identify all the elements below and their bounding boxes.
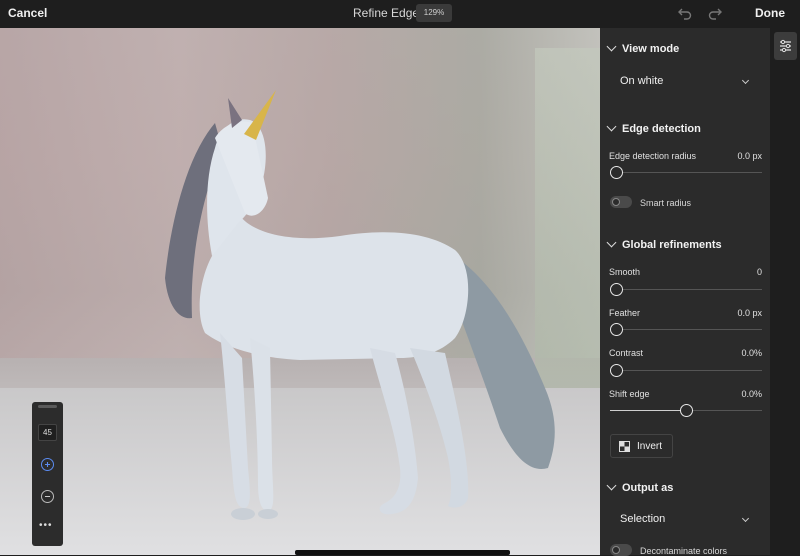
feather-knob[interactable]	[610, 323, 623, 336]
add-brush-icon[interactable]	[41, 458, 54, 471]
toggle-knob	[612, 546, 620, 554]
edge-radius-label: Edge detection radius	[609, 151, 697, 161]
contrast-slider[interactable]	[610, 370, 762, 371]
chevron-down-icon	[606, 121, 617, 132]
decontaminate-toggle[interactable]	[610, 544, 632, 556]
output-as-header[interactable]: Output as	[606, 480, 673, 494]
edge-radius-slider[interactable]	[610, 172, 762, 173]
feather-value[interactable]: 0.0 px	[737, 308, 762, 318]
more-options-icon[interactable]: •••	[39, 520, 53, 531]
edge-radius-knob[interactable]	[610, 166, 623, 179]
smooth-label: Smooth	[609, 267, 641, 277]
cancel-button[interactable]: Cancel	[8, 6, 47, 20]
shift-edge-value[interactable]: 0.0%	[741, 389, 762, 399]
subtract-brush-icon[interactable]	[41, 490, 54, 503]
contrast-value[interactable]: 0.0%	[741, 348, 762, 358]
properties-panel: View mode On white Edge detection Edge d…	[600, 28, 770, 556]
chevron-down-icon	[606, 237, 617, 248]
redo-icon[interactable]	[707, 5, 723, 21]
shift-edge-knob[interactable]	[679, 404, 693, 417]
edge-detection-header[interactable]: Edge detection	[606, 121, 701, 135]
toggle-knob	[612, 198, 620, 206]
zoom-level[interactable]: 129%	[416, 4, 452, 22]
smooth-slider[interactable]	[610, 289, 762, 290]
chevron-down-icon	[606, 480, 617, 491]
invert-icon	[619, 441, 630, 452]
contrast-label: Contrast	[609, 348, 644, 358]
image-canvas[interactable]	[0, 28, 600, 555]
chevron-down-icon	[741, 76, 750, 85]
smooth-value[interactable]: 0	[757, 267, 762, 277]
smart-radius-label: Smart radius	[640, 198, 692, 208]
contrast-knob[interactable]	[610, 364, 623, 377]
brush-size-field[interactable]: 45	[38, 424, 57, 441]
unicorn-image	[165, 90, 555, 520]
horizontal-scrollbar[interactable]	[295, 550, 510, 555]
undo-icon[interactable]	[677, 5, 693, 21]
edge-radius-value[interactable]: 0.0 px	[737, 151, 762, 161]
smart-radius-toggle[interactable]	[610, 196, 632, 208]
top-bar: Cancel Refine Edge 129% Done	[0, 0, 800, 28]
chevron-down-icon	[741, 514, 750, 523]
feather-label: Feather	[609, 308, 641, 318]
chevron-down-icon	[606, 41, 617, 52]
view-mode-header[interactable]: View mode	[606, 41, 679, 55]
feather-slider[interactable]	[610, 329, 762, 330]
done-button[interactable]: Done	[755, 6, 785, 20]
shift-edge-fill	[610, 410, 686, 411]
shift-edge-label: Shift edge	[609, 389, 650, 399]
invert-button[interactable]: Invert	[610, 434, 673, 458]
adjustments-icon[interactable]	[774, 32, 797, 60]
toolbar-drag-handle[interactable]	[38, 405, 57, 408]
page-title: Refine Edge	[353, 6, 420, 20]
global-refinements-header[interactable]: Global refinements	[606, 237, 722, 251]
output-as-select[interactable]: Selection	[610, 507, 756, 531]
brush-toolbar: 45 •••	[32, 402, 63, 546]
smooth-knob[interactable]	[610, 283, 623, 296]
view-mode-select[interactable]: On white	[610, 69, 756, 93]
right-rail	[770, 28, 800, 555]
